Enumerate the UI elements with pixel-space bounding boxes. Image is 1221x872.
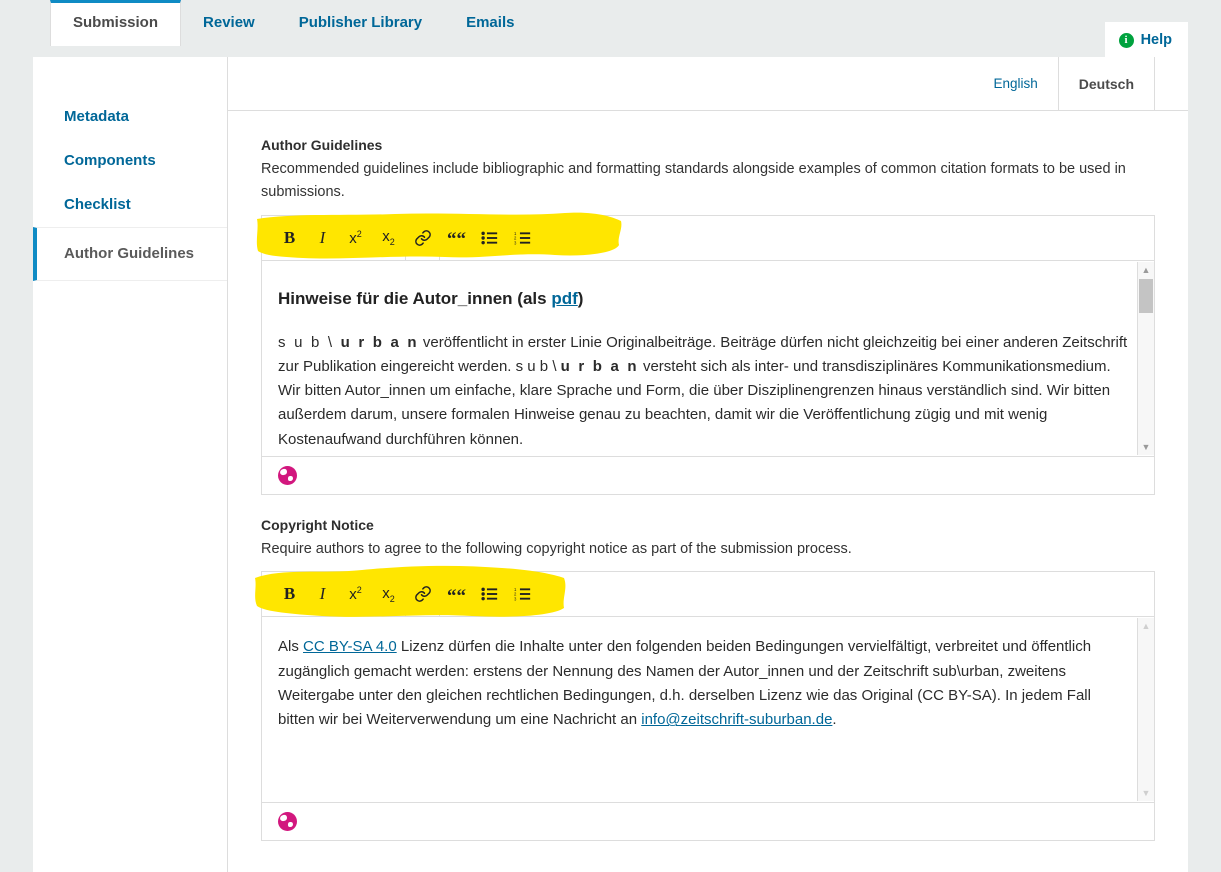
author-guidelines-paragraph: s u b \ u r b a n veröffentlicht in erst…	[278, 331, 1128, 452]
quote-glyph: ““	[447, 585, 466, 607]
pdf-link[interactable]: pdf	[551, 289, 577, 308]
italic-glyph: I	[319, 584, 326, 604]
link-icon[interactable]	[406, 215, 439, 260]
author-guidelines-label: Author Guidelines	[261, 137, 383, 153]
sidebar-item-author-guidelines[interactable]: Author Guidelines	[33, 227, 227, 281]
copyright-notice-editor-footer	[262, 802, 1154, 840]
link-icon[interactable]	[406, 572, 439, 617]
copyright-notice-content[interactable]: Als CC BY-SA 4.0 Lizenz dürfen die Inhal…	[262, 617, 1154, 802]
language-tab-deutsch[interactable]: Deutsch	[1057, 57, 1155, 110]
language-tab-label: English	[993, 76, 1038, 91]
author-guidelines-heading: Hinweise für die Autor_innen (als pdf)	[278, 285, 1128, 313]
sidebar: Metadata Components Checklist Author Gui…	[33, 57, 228, 872]
sidebar-item-metadata[interactable]: Metadata	[33, 95, 227, 139]
bullet-list-button[interactable]	[473, 572, 506, 617]
copyright-notice-label: Copyright Notice	[261, 516, 374, 533]
copyright-notice-toolbar: B I x2 x2 ““ 1 2 3	[255, 566, 1154, 618]
language-tab-bar: English Deutsch	[228, 57, 1188, 111]
brand-prefix-1: s u b \	[278, 333, 341, 351]
help-button-label: Help	[1140, 32, 1172, 48]
author-guidelines-content[interactable]: Hinweise für die Autor_innen (als pdf) s…	[262, 261, 1154, 456]
sidebar-item-checklist[interactable]: Checklist	[33, 183, 227, 227]
sidebar-item-label: Metadata	[64, 108, 130, 125]
author-guidelines-toolbar: B I x2 x2 ““ 1 2 3	[256, 212, 1154, 261]
heading-prefix: Hinweise für die Autor_innen (als	[278, 288, 552, 308]
superscript-glyph: x2	[349, 228, 362, 247]
copyright-notice-scrollbar[interactable]: ▲ ▼	[1137, 618, 1154, 802]
globe-icon[interactable]	[278, 812, 297, 832]
toolbar-group-format: B I x2 x2	[262, 216, 405, 260]
copyright-notice-editor[interactable]: B I x2 x2 ““ 1 2 3 Als CC BY-SA 4.0 Lize…	[255, 566, 1155, 842]
blockquote-button[interactable]: ““	[440, 572, 473, 617]
quote-glyph: ““	[447, 229, 466, 251]
toolbar-group-link	[406, 216, 439, 260]
top-tab-bar: Submission Review Publisher Library Emai…	[0, 0, 1221, 60]
tab-submission-label: Submission	[73, 14, 159, 31]
brand-bold-2: u r b a n	[560, 357, 639, 375]
blockquote-button[interactable]: ““	[440, 215, 473, 260]
tab-emails[interactable]: Emails	[444, 0, 536, 46]
scroll-down-icon[interactable]: ▼	[1138, 785, 1154, 801]
numbered-list-button[interactable]: 1 2 3	[506, 572, 539, 617]
cn-part-3: .	[832, 711, 837, 729]
content-area: English Deutsch Author Guidelines Recomm…	[228, 57, 1188, 872]
svg-text:3: 3	[514, 597, 517, 602]
tab-submission[interactable]: Submission	[50, 0, 182, 46]
tab-publisher-library-label: Publisher Library	[298, 14, 423, 31]
superscript-button[interactable]: x2	[339, 215, 372, 260]
italic-button[interactable]: I	[306, 215, 339, 260]
bullet-list-button[interactable]	[473, 215, 506, 260]
subscript-button[interactable]: x2	[372, 215, 405, 260]
superscript-glyph: x2	[349, 585, 362, 604]
subscript-glyph: x2	[382, 228, 395, 248]
copyright-notice-description: Require authors to agree to the followin…	[261, 540, 852, 557]
italic-glyph: I	[319, 227, 326, 247]
tab-publisher-library[interactable]: Publisher Library	[277, 0, 444, 46]
sidebar-item-label: Checklist	[64, 196, 131, 213]
numbered-list-button[interactable]: 1 2 3	[506, 215, 539, 260]
globe-icon[interactable]	[278, 465, 297, 485]
help-button[interactable]: i Help	[1104, 22, 1188, 60]
language-tab-label: Deutsch	[1078, 75, 1134, 92]
scroll-up-icon[interactable]: ▲	[1138, 618, 1154, 634]
bold-button[interactable]: B	[273, 215, 306, 260]
brand-bold-1: u r b a n	[340, 333, 419, 351]
sidebar-item-label: Components	[64, 152, 156, 169]
cn-part-1: Als	[278, 638, 304, 656]
scroll-up-icon[interactable]: ▲	[1138, 262, 1154, 278]
tab-emails-label: Emails	[466, 14, 515, 31]
italic-button[interactable]: I	[306, 572, 339, 617]
toolbar-group-blocks: ““ 1 2 3	[440, 572, 539, 616]
toolbar-group-blocks: ““ 1 2 3	[440, 216, 539, 260]
svg-text:3: 3	[514, 240, 517, 245]
scrollbar-thumb[interactable]	[1139, 278, 1153, 313]
toolbar-group-link	[406, 572, 439, 616]
email-link[interactable]: info@zeitschrift-suburban.de	[641, 711, 832, 728]
superscript-button[interactable]: x2	[339, 572, 372, 617]
bold-glyph: B	[283, 584, 296, 604]
subscript-button[interactable]: x2	[372, 572, 405, 617]
cc-license-link[interactable]: CC BY-SA 4.0	[303, 638, 397, 655]
language-tab-english[interactable]: English	[973, 57, 1057, 110]
tab-list: Submission Review Publisher Library Emai…	[50, 0, 536, 46]
sidebar-item-components[interactable]: Components	[33, 139, 227, 183]
author-guidelines-editor-footer	[262, 455, 1154, 494]
bold-glyph: B	[283, 227, 296, 247]
bold-button[interactable]: B	[273, 572, 306, 617]
author-guidelines-editor[interactable]: B I x2 x2 ““ 1 2 3 Hinweise für die Auto…	[256, 212, 1155, 495]
fields-container: Author Guidelines Recommended guidelines…	[228, 111, 1188, 842]
sidebar-item-label: Author Guidelines	[64, 245, 195, 262]
author-guidelines-scrollbar[interactable]: ▲ ▼	[1137, 261, 1154, 455]
info-icon: i	[1118, 32, 1134, 48]
tab-review[interactable]: Review	[181, 0, 277, 46]
tab-review-label: Review	[203, 14, 255, 31]
copyright-notice-paragraph: Als CC BY-SA 4.0 Lizenz dürfen die Inhal…	[278, 635, 1128, 732]
heading-suffix: )	[577, 288, 584, 308]
subscript-glyph: x2	[382, 584, 395, 604]
toolbar-group-format: B I x2 x2	[262, 572, 405, 616]
author-guidelines-description: Recommended guidelines include bibliogra…	[261, 161, 1126, 201]
scroll-down-icon[interactable]: ▼	[1138, 439, 1154, 455]
page-container: Metadata Components Checklist Author Gui…	[33, 57, 1188, 872]
